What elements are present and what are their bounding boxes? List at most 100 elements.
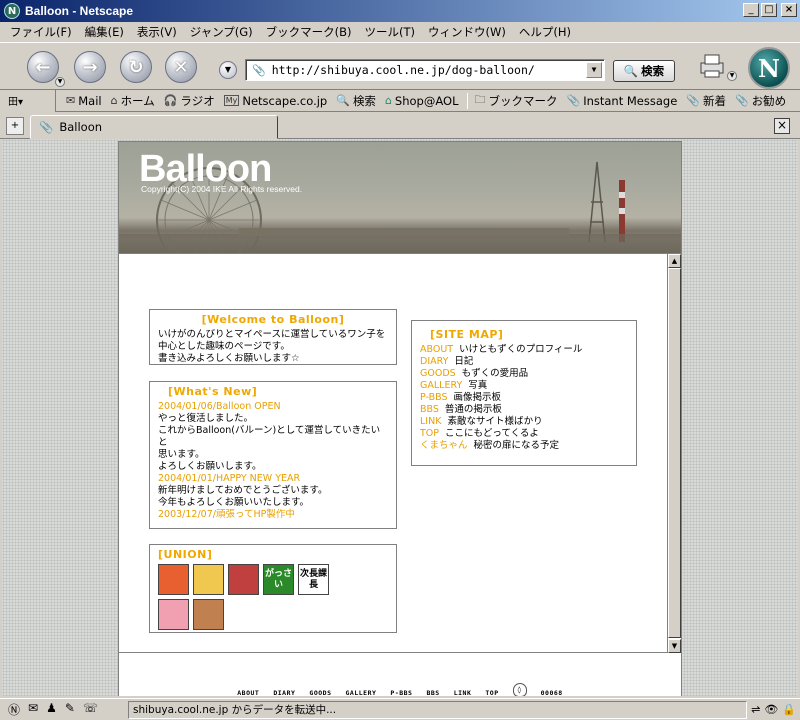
- union-icon-1[interactable]: [158, 564, 189, 595]
- menu-edit[interactable]: 編集(E): [85, 24, 124, 40]
- url-bar[interactable]: 📎 http://shibuya.cool.ne.jp/dog-balloon/…: [245, 59, 605, 81]
- ptb-shop-label: Shop@AOL: [394, 93, 459, 108]
- union-heading: [UNION]: [158, 548, 213, 561]
- address-book-icon[interactable]: ☏: [83, 701, 98, 718]
- composer-icon[interactable]: ✎: [65, 701, 75, 718]
- footer-link[interactable]: GALLERY: [346, 689, 377, 696]
- url-text[interactable]: http://shibuya.cool.ne.jp/dog-balloon/: [272, 63, 535, 77]
- welcome-heading: [Welcome to Balloon]: [201, 313, 345, 326]
- sitemap-link[interactable]: ABOUT: [420, 344, 453, 356]
- ptb-netscape[interactable]: My Netscape.co.jp: [223, 93, 328, 108]
- footer-link[interactable]: ABOUT: [237, 689, 259, 696]
- ptb-new[interactable]: 📎 新着: [686, 93, 726, 109]
- sitemap-link[interactable]: TOP: [420, 428, 439, 440]
- menu-bookmarks[interactable]: ブックマーク(B): [266, 24, 352, 40]
- ptb-instant-message[interactable]: 📎 Instant Message: [566, 94, 677, 108]
- lock-icon[interactable]: 🔒: [782, 703, 796, 716]
- search-button[interactable]: 🔍 検索: [613, 60, 675, 82]
- content-frame: [Welcome to Balloon] いけがのんびりとマイペースに運営してい…: [119, 253, 667, 653]
- tab-balloon[interactable]: 📎 Balloon: [30, 115, 278, 139]
- frame-scrollbar[interactable]: ▲ ▼: [667, 253, 681, 653]
- menu-view[interactable]: 表示(V): [137, 24, 177, 40]
- status-bar: Ⓝ ✉ ♟ ✎ ☏ shibuya.cool.ne.jp からデータを転送中..…: [0, 698, 800, 720]
- forward-button[interactable]: →: [74, 51, 106, 83]
- footer-link[interactable]: BBS: [426, 689, 439, 696]
- print-dropdown[interactable]: ▼: [727, 71, 737, 81]
- menu-window[interactable]: ウィンドウ(W): [428, 24, 506, 40]
- page-proxy-icon[interactable]: 📎: [252, 64, 266, 77]
- security-icon[interactable]: 👁: [764, 703, 778, 716]
- scroll-down-button[interactable]: ▼: [668, 639, 681, 653]
- sitemap-link[interactable]: GALLERY: [420, 380, 462, 392]
- component-bar: Ⓝ ✉ ♟ ✎ ☏: [0, 701, 128, 718]
- footer-link[interactable]: TOP: [485, 689, 498, 696]
- sitemap-link[interactable]: くまちゃん: [420, 440, 468, 452]
- close-window-button[interactable]: ×: [781, 3, 797, 17]
- sitemap-desc: 画像掲示板: [453, 392, 502, 403]
- navigator-icon[interactable]: Ⓝ: [8, 701, 20, 718]
- new-tab-button[interactable]: +: [6, 117, 24, 135]
- ptb-home[interactable]: ⌂ ホーム: [111, 93, 155, 109]
- menu-tools[interactable]: ツール(T): [365, 24, 416, 40]
- ptb-netscape-label: Netscape.co.jp: [242, 93, 328, 108]
- url-history-dropdown[interactable]: ▼: [219, 61, 237, 79]
- close-tab-button[interactable]: ×: [774, 118, 790, 134]
- my-netscape-icon: My: [223, 95, 240, 106]
- print-icon[interactable]: [697, 51, 727, 81]
- site-page: Balloon Copyright(C) 2004 IKE All Rights…: [118, 141, 682, 696]
- sitemap-desc: 素敵なサイト様ばかり: [447, 416, 543, 427]
- window-controls: _ □ ×: [743, 3, 797, 17]
- union-icon-6[interactable]: [158, 599, 189, 630]
- scroll-up-button[interactable]: ▲: [668, 254, 681, 268]
- menu-go[interactable]: ジャンプ(G): [190, 24, 253, 40]
- sitemap-link[interactable]: DIARY: [420, 356, 448, 368]
- toolbar-grippy[interactable]: 田▾: [0, 89, 56, 112]
- ptb-bookmarks[interactable]: 🗀 ブックマーク: [474, 91, 557, 110]
- online-status-icon[interactable]: ⇌: [751, 703, 760, 716]
- whats-new-heading: [What's New]: [168, 385, 258, 398]
- ptb-mail-label: Mail: [78, 93, 102, 108]
- sitemap-link[interactable]: BBS: [420, 404, 439, 416]
- news-date: 2004/01/01/HAPPY NEW YEAR: [158, 473, 301, 484]
- ptb-mail[interactable]: ✉ Mail: [66, 94, 102, 108]
- union-icon-5[interactable]: 次長課長: [298, 564, 329, 595]
- footer-link[interactable]: DIARY: [273, 689, 295, 696]
- ptb-radio-label: ラジオ: [180, 93, 215, 108]
- news-line: 今年もよろしくお願いいたします。: [158, 497, 310, 508]
- scroll-thumb[interactable]: [668, 268, 681, 638]
- netscape-throbber-icon[interactable]: N: [748, 47, 790, 89]
- sitemap-link[interactable]: P-BBS: [420, 392, 448, 404]
- menu-file[interactable]: ファイル(F): [10, 24, 72, 40]
- union-icon-3[interactable]: [228, 564, 259, 595]
- minimize-button[interactable]: _: [743, 3, 759, 17]
- union-icon-7[interactable]: [193, 599, 224, 630]
- maximize-button[interactable]: □: [761, 3, 777, 17]
- aim-icon[interactable]: ♟: [46, 701, 57, 718]
- url-dropdown-arrow[interactable]: ▼: [586, 62, 602, 78]
- menu-help[interactable]: ヘルプ(H): [519, 24, 571, 40]
- home-icon: ⌂: [110, 94, 118, 107]
- sitemap-link[interactable]: LINK: [420, 416, 441, 428]
- footer-link[interactable]: P-BBS: [390, 689, 412, 696]
- access-counter: 00068: [540, 689, 563, 696]
- back-history-dropdown[interactable]: ▼: [55, 77, 65, 87]
- page-viewport[interactable]: Balloon Copyright(C) 2004 IKE All Rights…: [2, 139, 798, 696]
- ptb-recommend[interactable]: 📎 お勧め: [735, 93, 786, 109]
- ptb-radio[interactable]: 🎧 ラジオ: [164, 93, 215, 109]
- footer-link[interactable]: GOODS: [309, 689, 331, 696]
- mail-icon[interactable]: ✉: [28, 701, 38, 718]
- sitemap-desc: 普通の掲示板: [444, 404, 502, 415]
- footer-link[interactable]: LINK: [454, 689, 472, 696]
- union-icon-2[interactable]: [193, 564, 224, 595]
- reload-button[interactable]: ↻: [120, 51, 152, 83]
- ptb-search[interactable]: 🔍 検索: [336, 93, 376, 109]
- stop-button[interactable]: ✕: [165, 51, 197, 83]
- sitemap-link[interactable]: GOODS: [420, 368, 456, 380]
- back-button[interactable]: ←: [27, 51, 59, 83]
- mail-icon: ✉: [66, 94, 76, 107]
- whats-new-box: [What's New] 2004/01/06/Balloon OPEN やっと…: [149, 381, 397, 529]
- ptb-shop[interactable]: ⌂ Shop@AOL: [385, 94, 459, 108]
- stop-icon: ✕: [173, 56, 189, 78]
- union-icon-4[interactable]: がっさい: [263, 564, 294, 595]
- site-footer: ABOUT DIARY GOODS GALLERY P-BBS BBS LINK TOP ◊ 00…: [119, 653, 681, 696]
